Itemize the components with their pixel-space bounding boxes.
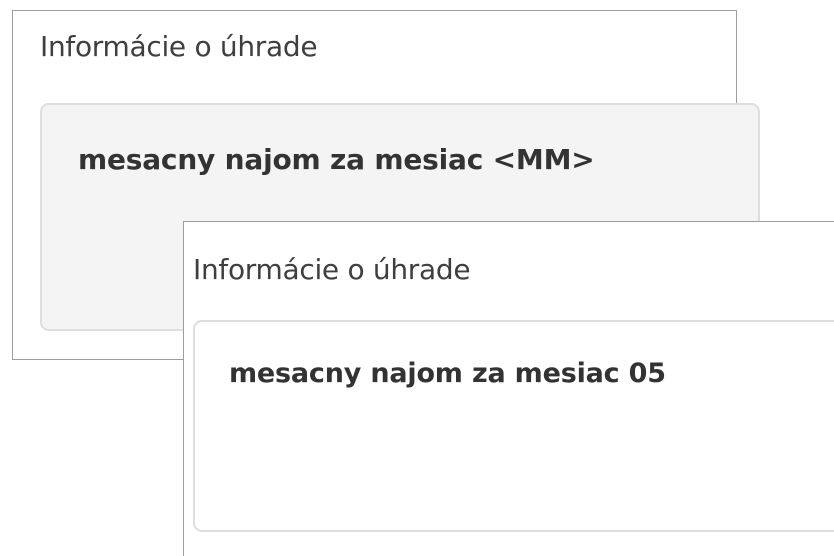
payment-info-value: mesacny najom za mesiac <MM> — [78, 143, 595, 176]
payment-info-field[interactable]: mesacny najom za mesiac 05 — [193, 320, 834, 532]
screenshot-stage: Informácie o úhrade mesacny najom za mes… — [0, 0, 834, 556]
payment-info-value: mesacny najom za mesiac 05 — [229, 358, 666, 389]
payment-info-title: Informácie o úhrade — [193, 253, 471, 286]
payment-info-title: Informácie o úhrade — [40, 30, 318, 63]
payment-info-panel-filled: Informácie o úhrade mesacny najom za mes… — [183, 221, 834, 556]
